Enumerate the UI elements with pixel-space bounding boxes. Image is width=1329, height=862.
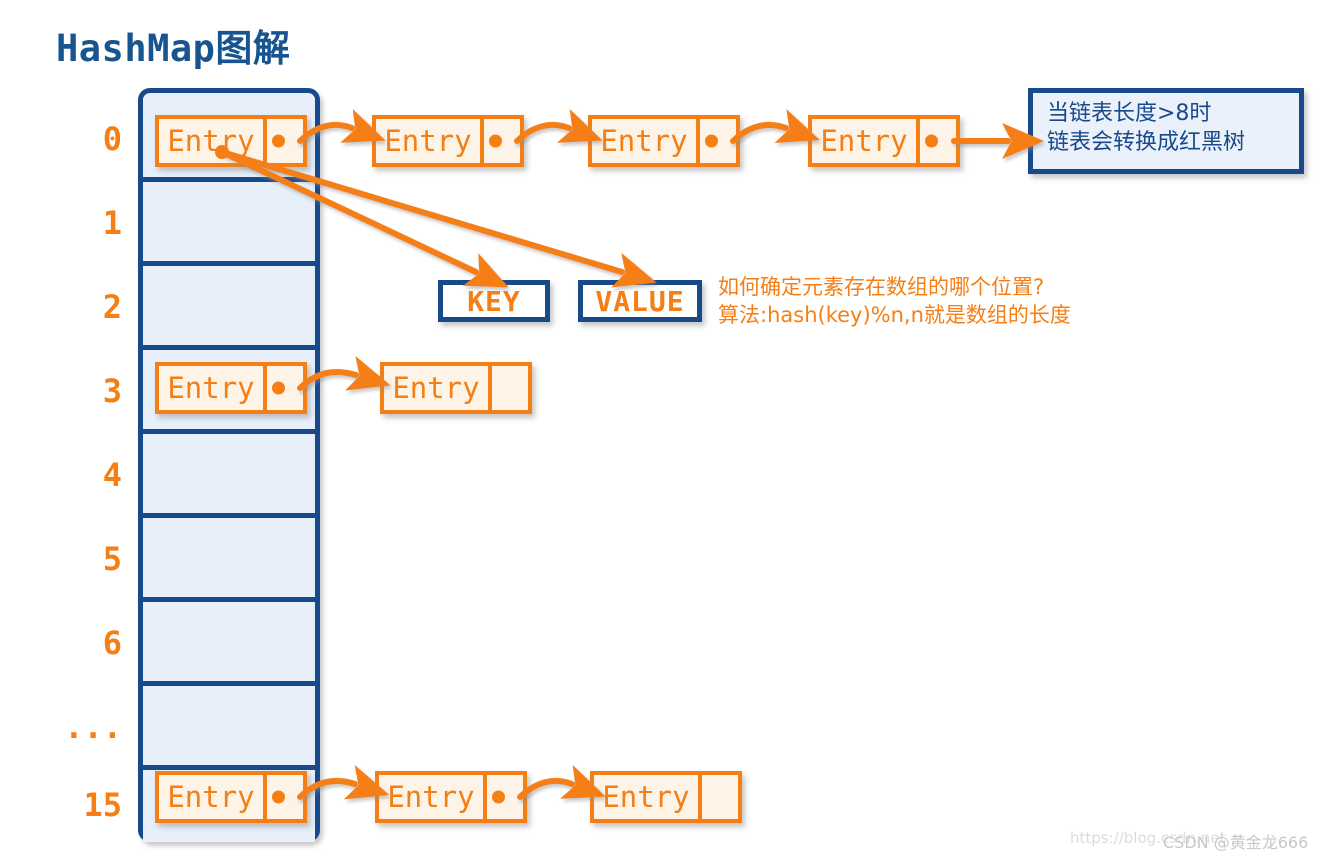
row-index-1: 1 [102, 204, 122, 242]
row-index-0: 0 [102, 120, 122, 158]
entry-next-null [492, 366, 528, 410]
red-black-tree-callout: 当链表长度>8时 链表会转换成红黑树 [1028, 88, 1304, 174]
entry-node-row0-3: Entry [808, 115, 960, 167]
row-index-15: 15 [83, 786, 122, 824]
entry-node-row15-0: Entry [155, 771, 307, 823]
entry-node-row0-0: Entry [155, 115, 307, 167]
entry-next-pointer [487, 775, 523, 819]
row-index-5: 5 [102, 540, 122, 578]
bucket-cell-1 [143, 182, 315, 266]
entry-next-pointer [267, 366, 303, 410]
entry-node-row3-0: Entry [155, 362, 307, 414]
entry-node-label: Entry [384, 366, 492, 410]
csdn-author-watermark: CSDN @黄金龙666 [1163, 833, 1309, 852]
chain-arrow-row15-2 [517, 765, 606, 800]
row-index-2: 2 [102, 288, 122, 326]
entry-node-label: Entry [379, 775, 487, 819]
row-index-ellipsisellipsisellipsis: ... [64, 708, 122, 746]
chain-arrow-row0-2 [514, 109, 603, 144]
hash-algorithm-note: 如何确定元素存在数组的哪个位置? 算法:hash(key)%n,n就是数组的长度 [718, 274, 1071, 329]
entry-node-label: Entry [376, 119, 484, 163]
bucket-cell-ellipsisellipsisellipsis [143, 686, 315, 770]
callout-line-1: 当链表长度>8时 [1047, 101, 1212, 126]
hash-bucket-array [138, 88, 320, 842]
entry-node-row0-2: Entry [588, 115, 740, 167]
entry-node-label: Entry [592, 119, 700, 163]
page-title: HashMap图解 [56, 27, 291, 70]
entry-node-label: Entry [812, 119, 920, 163]
entry-node-label: Entry [159, 119, 267, 163]
entry-next-pointer [700, 119, 736, 163]
row-index-4: 4 [102, 456, 122, 494]
value-box: VALUE [578, 280, 702, 322]
entry-node-row15-1: Entry [375, 771, 527, 823]
entry-node-row0-1: Entry [372, 115, 524, 167]
hashmap-diagram-canvas: HashMap图解 0 1 2 3 4 5 6... 15 Entry Entry Entry En… [0, 0, 1329, 862]
bucket-cell-5 [143, 518, 315, 602]
key-box: KEY [438, 280, 550, 322]
entry-node-label: Entry [594, 775, 702, 819]
chain-arrow-row0-3 [730, 109, 820, 144]
row-index-6: 6 [102, 624, 122, 662]
row-index-3: 3 [102, 372, 122, 410]
entry-node-label: Entry [159, 366, 267, 410]
entry-next-pointer [920, 119, 956, 163]
entry-node-row15-2: Entry [590, 771, 742, 823]
hash-note-line-2: 算法:hash(key)%n,n就是数组的长度 [718, 302, 1071, 327]
entry-node-row3-1: Entry [380, 362, 532, 414]
entry-next-pointer [267, 119, 303, 163]
entry-next-pointer [267, 775, 303, 819]
bucket-cell-6 [143, 602, 315, 686]
entry-node-label: Entry [159, 775, 267, 819]
bucket-cell-2 [143, 266, 315, 350]
entry-next-pointer [484, 119, 520, 163]
callout-line-2: 链表会转换成红黑树 [1047, 130, 1246, 156]
entry-next-null [702, 775, 738, 819]
hash-note-line-1: 如何确定元素存在数组的哪个位置? [718, 275, 1045, 299]
bucket-cell-4 [143, 434, 315, 518]
